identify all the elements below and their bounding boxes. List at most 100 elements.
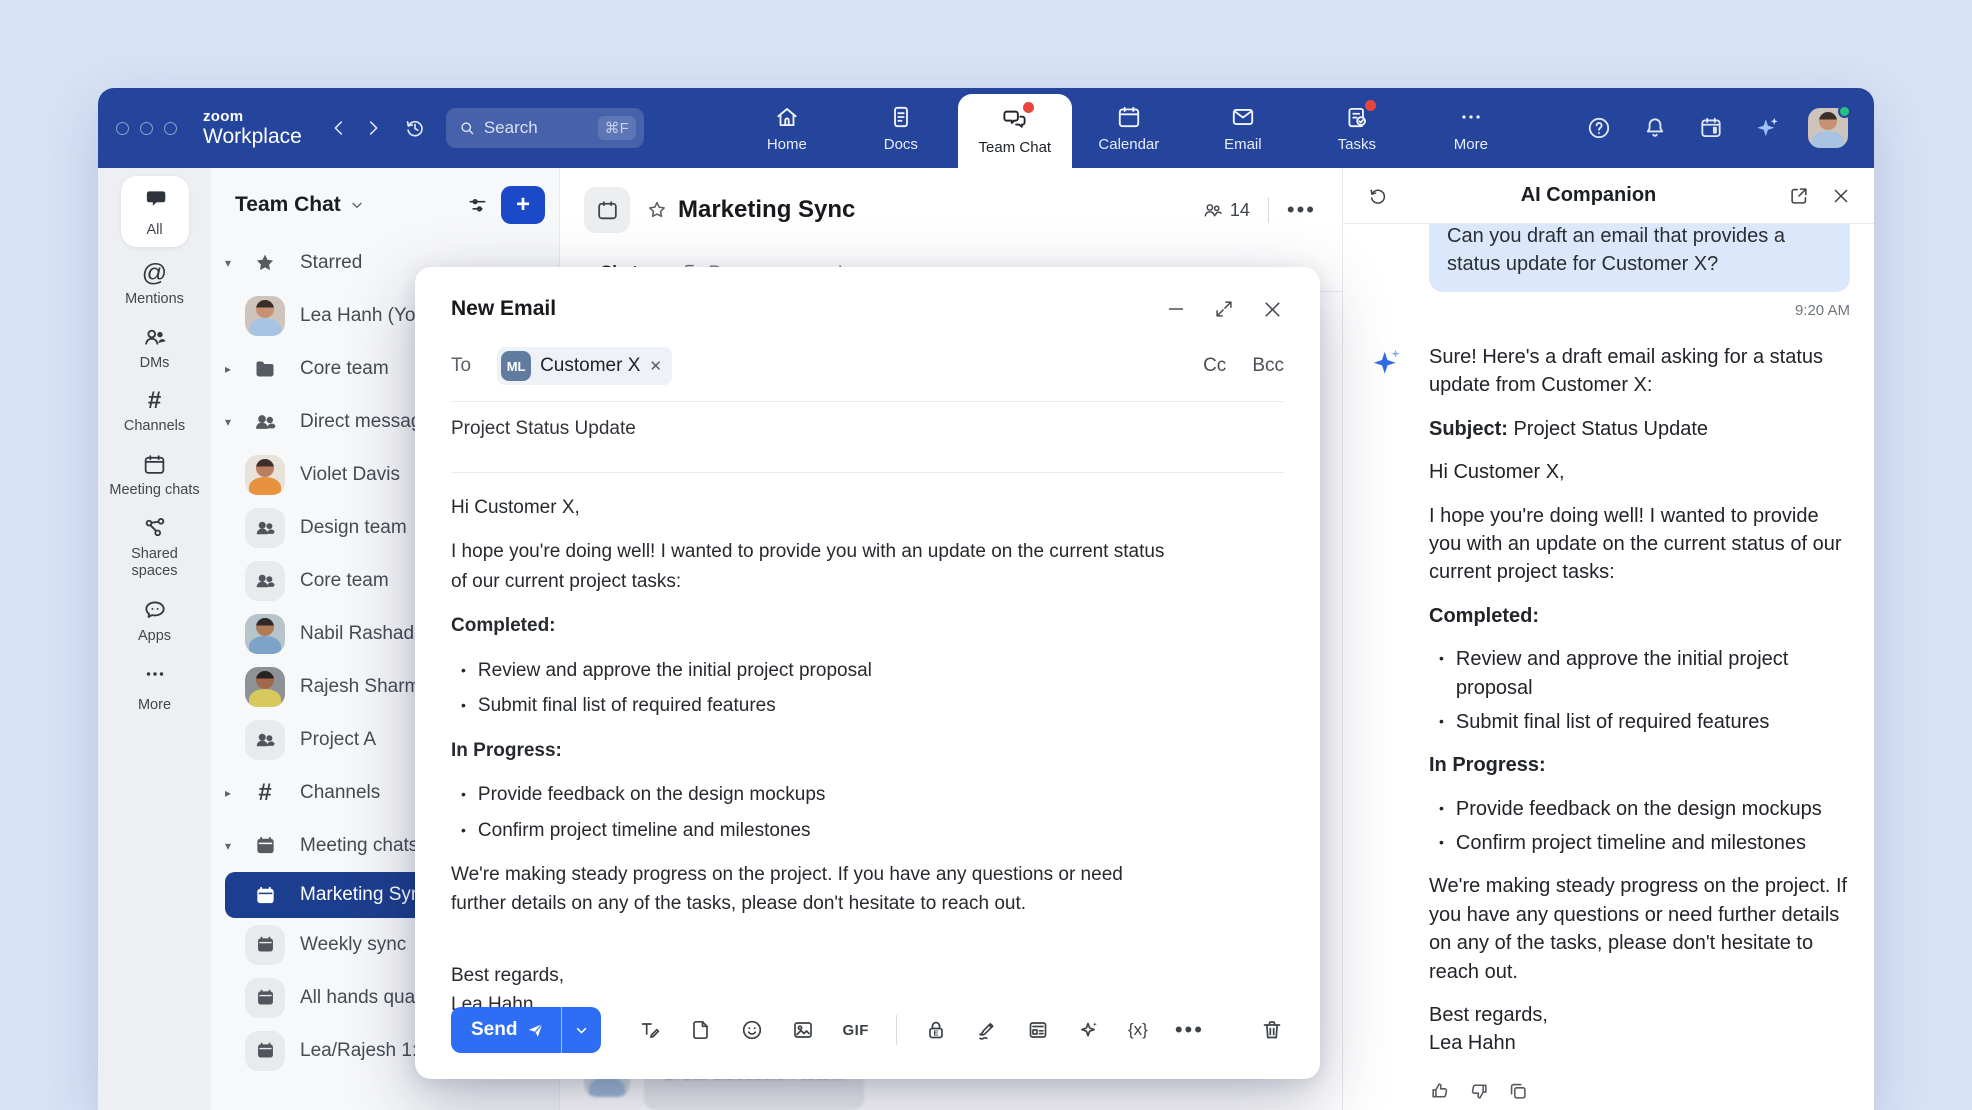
history-button[interactable] bbox=[398, 111, 432, 145]
sidebar-item-mentions[interactable]: @ Mentions bbox=[109, 261, 201, 308]
star-outline-icon[interactable] bbox=[646, 199, 668, 221]
close-button[interactable] bbox=[1261, 298, 1284, 321]
minimize-window-dot[interactable] bbox=[140, 122, 153, 135]
caret-down-icon[interactable]: ▾ bbox=[225, 839, 245, 853]
sidebar-item-meeting-chats[interactable]: Meeting chats bbox=[109, 452, 201, 499]
signature-button[interactable] bbox=[975, 1018, 999, 1042]
history-icon bbox=[1367, 185, 1389, 207]
ai-close-button[interactable] bbox=[1830, 185, 1852, 207]
tasks-icon bbox=[1344, 104, 1370, 130]
search-placeholder: Search bbox=[484, 118, 590, 138]
schedule-button[interactable] bbox=[1696, 111, 1726, 145]
inprogress-list: Provide feedback on the design mockups C… bbox=[461, 780, 1171, 845]
ai-history-button[interactable] bbox=[1367, 185, 1389, 207]
profile-button[interactable] bbox=[1808, 108, 1848, 148]
tab-calendar[interactable]: Calendar bbox=[1072, 88, 1186, 168]
help-button[interactable] bbox=[1584, 111, 1614, 145]
app-window: zoom Workplace Search ⌘F Home Docs bbox=[98, 88, 1874, 1110]
group-icon bbox=[245, 508, 285, 548]
forward-button[interactable] bbox=[356, 111, 390, 145]
caret-down-icon[interactable]: ▾ bbox=[225, 415, 245, 429]
group-icon bbox=[245, 720, 285, 760]
completed-heading: Completed: bbox=[1429, 602, 1850, 630]
gif-button[interactable]: GIF bbox=[842, 1022, 869, 1039]
tab-more[interactable]: More bbox=[1414, 88, 1528, 168]
ai-conversation[interactable]: Can you draft an email that provides a s… bbox=[1343, 224, 1874, 1110]
response-closing: We're making steady progress on the proj… bbox=[1429, 872, 1850, 986]
more-tools-button[interactable]: ••• bbox=[1175, 1017, 1204, 1043]
tab-docs[interactable]: Docs bbox=[844, 88, 958, 168]
attach-file-button[interactable] bbox=[689, 1018, 713, 1042]
sidebar-item-all[interactable]: All bbox=[121, 176, 189, 247]
page-title: Marketing Sync bbox=[678, 196, 855, 224]
bell-icon bbox=[1642, 115, 1668, 141]
channel-more-button[interactable]: ••• bbox=[1287, 197, 1316, 223]
tab-tasks[interactable]: Tasks bbox=[1300, 88, 1414, 168]
new-chat-button[interactable]: + bbox=[501, 186, 545, 224]
email-intro: I hope you're doing well! I wanted to pr… bbox=[451, 537, 1171, 596]
window-controls[interactable] bbox=[116, 122, 177, 135]
email-body-editor[interactable]: Hi Customer X, I hope you're doing well!… bbox=[451, 473, 1171, 1020]
chevron-right-icon bbox=[362, 117, 384, 139]
format-text-button[interactable] bbox=[638, 1018, 662, 1042]
back-button[interactable] bbox=[322, 111, 356, 145]
ai-companion-button[interactable] bbox=[1752, 111, 1782, 145]
home-icon bbox=[774, 104, 800, 130]
send-button[interactable]: Send bbox=[451, 1007, 561, 1053]
completed-heading: Completed: bbox=[451, 611, 1171, 640]
list-item: Confirm project timeline and milestones bbox=[1439, 829, 1850, 857]
encrypt-button[interactable]: E bbox=[924, 1018, 948, 1042]
sidebar-item-channels[interactable]: # Channels bbox=[109, 389, 201, 435]
new-email-modal: New Email To ML Customer X ✕ Cc Bcc bbox=[415, 267, 1320, 1079]
list-item: Review and approve the initial project p… bbox=[1439, 645, 1850, 702]
help-icon bbox=[1586, 115, 1612, 141]
open-external-button[interactable] bbox=[1788, 185, 1810, 207]
copy-button[interactable] bbox=[1507, 1080, 1529, 1102]
cc-button[interactable]: Cc bbox=[1203, 355, 1226, 377]
caret-right-icon[interactable]: ▸ bbox=[225, 362, 245, 376]
members-button[interactable]: 14 bbox=[1202, 200, 1250, 221]
tab-email[interactable]: Email bbox=[1186, 88, 1300, 168]
sidebar-item-more[interactable]: More bbox=[109, 661, 201, 714]
recipient-chip[interactable]: ML Customer X ✕ bbox=[497, 347, 672, 385]
expand-button[interactable] bbox=[1213, 298, 1235, 320]
primary-nav: Home Docs Team Chat Calendar Email bbox=[730, 88, 1528, 168]
ai-compose-button[interactable] bbox=[1077, 1018, 1101, 1042]
notifications-button[interactable] bbox=[1640, 111, 1670, 145]
filter-button[interactable] bbox=[466, 194, 489, 217]
people-icon bbox=[142, 324, 168, 350]
search-input[interactable]: Search ⌘F bbox=[446, 108, 644, 148]
discard-button[interactable] bbox=[1260, 1018, 1284, 1042]
bcc-button[interactable]: Bcc bbox=[1252, 355, 1284, 377]
sidebar-item-dms[interactable]: DMs bbox=[109, 324, 201, 372]
caret-down-icon[interactable]: ▾ bbox=[225, 256, 245, 270]
send-options-button[interactable] bbox=[561, 1007, 601, 1053]
thumbs-up-button[interactable] bbox=[1429, 1080, 1451, 1102]
open-external-icon bbox=[1788, 185, 1810, 207]
tab-home[interactable]: Home bbox=[730, 88, 844, 168]
close-window-dot[interactable] bbox=[116, 122, 129, 135]
sidebar-item-apps[interactable]: Apps bbox=[109, 597, 201, 645]
template-button[interactable] bbox=[1026, 1018, 1050, 1042]
list-item: Review and approve the initial project p… bbox=[461, 656, 1171, 685]
avatar bbox=[245, 296, 285, 336]
remove-recipient-icon[interactable]: ✕ bbox=[649, 357, 662, 375]
search-shortcut: ⌘F bbox=[598, 116, 636, 140]
insert-image-button[interactable] bbox=[791, 1018, 815, 1042]
maximize-window-dot[interactable] bbox=[164, 122, 177, 135]
completed-list: Review and approve the initial project p… bbox=[1439, 645, 1850, 736]
tab-team-chat[interactable]: Team Chat bbox=[958, 94, 1072, 168]
minimize-button[interactable] bbox=[1165, 298, 1187, 320]
panel-title[interactable]: Team Chat bbox=[235, 193, 341, 217]
sidebar-item-shared-spaces[interactable]: Shared spaces bbox=[109, 515, 201, 579]
caret-right-icon[interactable]: ▸ bbox=[225, 786, 245, 800]
chevron-down-icon[interactable] bbox=[349, 197, 365, 213]
subject-field[interactable]: Project Status Update bbox=[451, 402, 1284, 456]
completed-list: Review and approve the initial project p… bbox=[461, 656, 1171, 721]
send-split-button[interactable]: Send bbox=[451, 1007, 601, 1053]
email-greeting: Hi Customer X, bbox=[451, 493, 1171, 522]
emoji-button[interactable] bbox=[740, 1018, 764, 1042]
thumbs-down-button[interactable] bbox=[1468, 1080, 1490, 1102]
variables-button[interactable]: {x} bbox=[1128, 1020, 1148, 1040]
titlebar: zoom Workplace Search ⌘F Home Docs bbox=[98, 88, 1874, 168]
